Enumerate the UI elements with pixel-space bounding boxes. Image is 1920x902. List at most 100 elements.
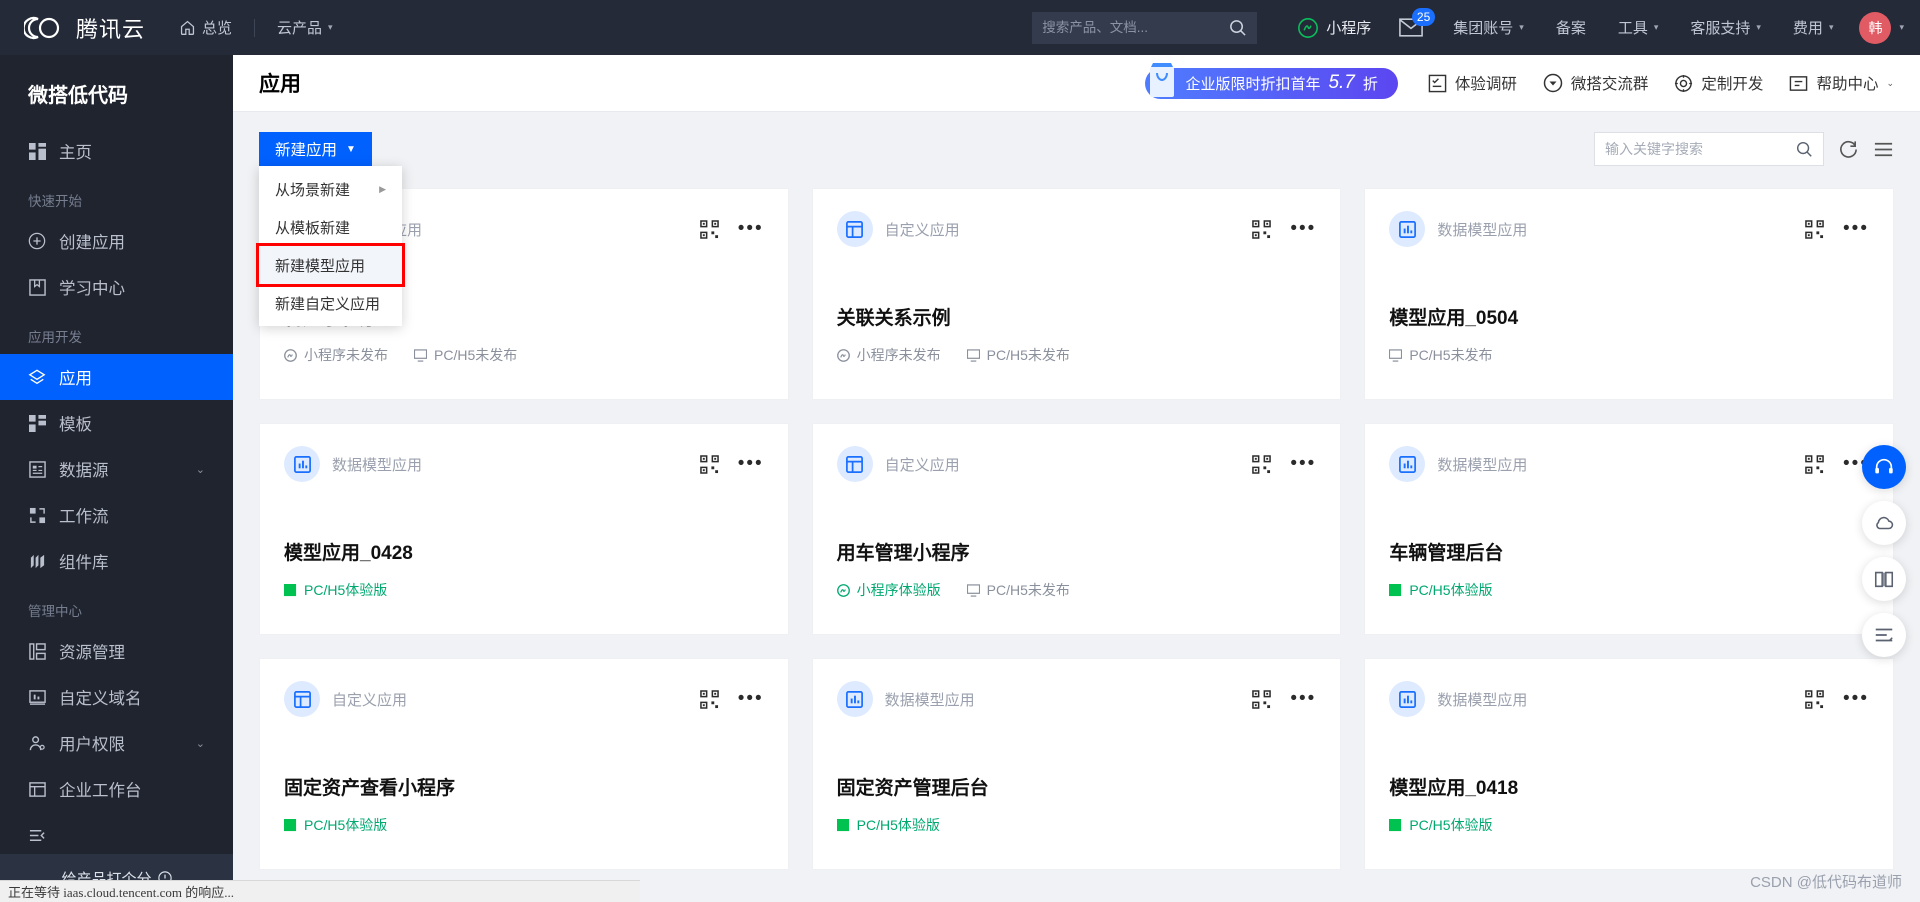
keyword-search[interactable]: [1594, 132, 1824, 166]
menu-item-label: 从模板新建: [275, 219, 351, 237]
nav-beian[interactable]: 备案: [1540, 0, 1602, 55]
sidebar-item-label: 资源管理: [59, 644, 125, 662]
qrcode-icon[interactable]: [1805, 454, 1824, 474]
menu-item-label: 新建模型应用: [275, 257, 366, 275]
list-view-icon[interactable]: [1873, 139, 1894, 160]
nav-support-label: 客服支持: [1690, 20, 1751, 37]
more-options-icon[interactable]: •••: [1290, 454, 1316, 473]
promo-suffix: 折: [1362, 75, 1378, 93]
nav-billing[interactable]: 费用 ▾: [1777, 0, 1850, 55]
more-options-icon[interactable]: •••: [738, 454, 764, 473]
more-options-icon[interactable]: •••: [1290, 219, 1316, 238]
user-permission-icon: [28, 734, 46, 752]
pc-status-icon: [966, 348, 980, 362]
global-search[interactable]: [1032, 11, 1258, 44]
status-label: PC/H5体验版: [1409, 582, 1493, 598]
custom-app-icon: [284, 681, 320, 717]
nav-tools[interactable]: 工具 ▾: [1602, 0, 1675, 55]
qrcode-icon[interactable]: [1805, 219, 1824, 239]
sidebar-item-component-library[interactable]: 组件库: [0, 538, 233, 584]
nav-overview-label: 总览: [202, 20, 233, 37]
book-icon: [28, 278, 46, 296]
avatar-chevron-down-icon[interactable]: ▾: [1899, 22, 1904, 33]
app-card[interactable]: 数据模型应用 ••• 模型应用_0504 PC/H5未发布: [1364, 188, 1894, 400]
search-icon[interactable]: [1228, 18, 1247, 37]
sidebar-item-enterprise-workbench[interactable]: 企业工作台: [0, 766, 233, 812]
menu-item-new-custom-app[interactable]: 新建自定义应用: [259, 284, 402, 322]
app-card[interactable]: 自定义应用 ••• 固定资产查看小程序 PC/H5体验版: [259, 658, 789, 870]
app-status-row: PC/H5体验版: [1389, 580, 1869, 600]
qrcode-icon[interactable]: [699, 689, 719, 709]
docs-button[interactable]: [1862, 557, 1906, 601]
menu-item-new-model-app[interactable]: 新建模型应用: [256, 243, 405, 287]
qrcode-icon[interactable]: [1805, 689, 1824, 709]
watermark: CSDN @低代码布道师: [1750, 874, 1902, 891]
sidebar-item-learning-center[interactable]: 学习中心: [0, 264, 233, 310]
app-card[interactable]: 自定义应用 ••• 用车管理小程序 小程序体验版 PC/H5未发布: [811, 423, 1342, 635]
header-link-survey[interactable]: 体验调研: [1428, 72, 1517, 94]
nav-messages[interactable]: 25: [1385, 8, 1437, 37]
qrcode-icon[interactable]: [699, 454, 719, 474]
sidebar-item-user-permissions[interactable]: 用户权限 ⌄: [0, 720, 233, 766]
refresh-icon[interactable]: [1838, 139, 1859, 160]
sidebar-item-custom-domain[interactable]: 自定义域名: [0, 674, 233, 720]
new-app-button[interactable]: 新建应用 ▼: [259, 132, 372, 166]
app-card[interactable]: 自定义应用 ••• 关联关系示例 小程序未发布 PC/H5未发布: [811, 188, 1342, 400]
nav-mini-program-label: 小程序: [1326, 20, 1372, 37]
qrcode-icon[interactable]: [1252, 454, 1272, 474]
pc-status-icon: [1389, 583, 1402, 596]
nav-support[interactable]: 客服支持 ▾: [1674, 0, 1777, 55]
keyword-search-input[interactable]: [1605, 141, 1789, 157]
sidebar-item-label: 组件库: [59, 554, 109, 572]
promo-banner[interactable]: 企业版限时折扣首年 5.7 折: [1145, 62, 1398, 99]
nav-mini-program[interactable]: 小程序: [1283, 17, 1385, 39]
nav-cloud-products[interactable]: 云产品 ▾: [261, 0, 349, 55]
sidebar-item-label: 用户权限: [59, 736, 125, 754]
app-card-actions: •••: [1252, 454, 1316, 474]
qrcode-icon[interactable]: [1252, 219, 1272, 239]
sidebar-item-home[interactable]: 主页: [0, 128, 233, 174]
app-card[interactable]: 数据模型应用 ••• 车辆管理后台 PC/H5体验版: [1364, 423, 1894, 635]
pc-status-icon: [414, 348, 427, 362]
header-link-chat-group[interactable]: 微搭交流群: [1543, 72, 1648, 94]
app-name: 模型应用_0428: [284, 543, 413, 564]
menu-item-from-scenario[interactable]: 从场景新建 ▶: [259, 170, 402, 208]
more-options-icon[interactable]: •••: [1843, 219, 1869, 238]
feedback-button[interactable]: [1862, 613, 1906, 657]
menu-item-from-template[interactable]: 从模板新建: [259, 208, 402, 246]
sidebar-item-applications[interactable]: 应用: [0, 354, 233, 400]
plus-circle-icon: [28, 232, 46, 250]
more-options-icon[interactable]: •••: [1290, 689, 1316, 708]
status-label: 小程序未发布: [856, 347, 941, 363]
more-options-icon[interactable]: •••: [738, 689, 764, 708]
header-link-help-center[interactable]: 帮助中心 ⌄: [1789, 72, 1894, 94]
avatar[interactable]: 韩: [1859, 11, 1892, 44]
sidebar-item-datasource[interactable]: 数据源 ⌄: [0, 446, 233, 492]
brand-logo-group[interactable]: 腾讯云: [24, 8, 145, 48]
sidebar-item-resource-management[interactable]: 资源管理: [0, 628, 233, 674]
sidebar-item-workflow[interactable]: 工作流: [0, 492, 233, 538]
search-input[interactable]: [1042, 20, 1223, 35]
sidebar-item-templates[interactable]: 模板: [0, 400, 233, 446]
qrcode-icon[interactable]: [1252, 689, 1272, 709]
nav-overview[interactable]: 总览: [163, 0, 248, 55]
qrcode-icon[interactable]: [699, 219, 719, 239]
header-link-custom-dev[interactable]: 定制开发: [1674, 72, 1763, 94]
nav-cloud-products-label: 云产品: [277, 20, 323, 37]
data-model-icon: [1389, 446, 1426, 482]
sidebar-group-quickstart: 快速开始: [28, 194, 82, 209]
more-options-icon[interactable]: •••: [738, 219, 764, 238]
app-card[interactable]: 数据模型应用 ••• 模型应用_0428 PC/H5体验版: [259, 423, 789, 635]
cloud-button[interactable]: [1862, 501, 1906, 545]
app-card[interactable]: 数据模型应用 ••• 模型应用_0418 PC/H5体验版: [1364, 658, 1894, 870]
page-header-actions: 企业版限时折扣首年 5.7 折 体验调研 微搭交流群 定制开发 帮助中心 ⌄: [1145, 62, 1894, 99]
dashboard-icon: [28, 142, 46, 160]
support-button[interactable]: [1862, 445, 1906, 489]
sidebar-item-create-app[interactable]: 创建应用: [0, 218, 233, 264]
sidebar-item-extra[interactable]: [0, 812, 233, 858]
more-options-icon[interactable]: •••: [1843, 689, 1869, 708]
nav-group-account[interactable]: 集团账号 ▾: [1437, 0, 1540, 55]
page-title: 应用: [259, 73, 301, 96]
search-icon[interactable]: [1795, 140, 1813, 158]
app-card[interactable]: 数据模型应用 ••• 固定资产管理后台 PC/H5体验版: [811, 658, 1342, 870]
